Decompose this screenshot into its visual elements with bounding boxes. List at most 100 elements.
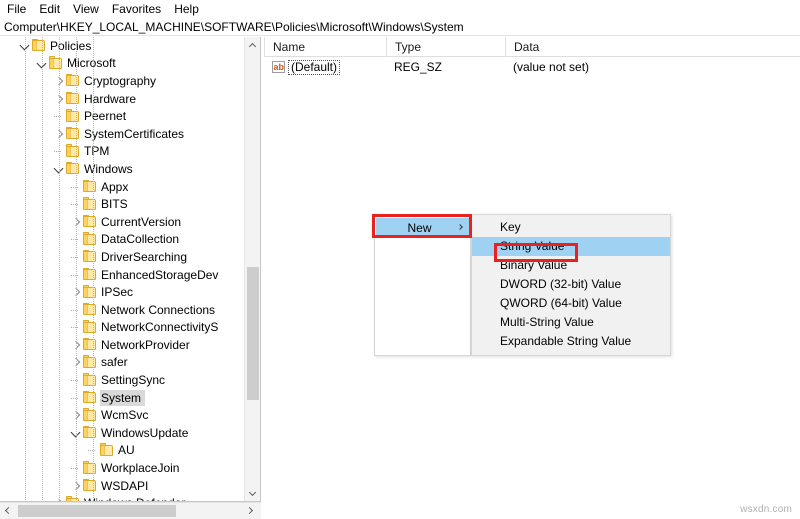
watermark: wsxdn.com	[740, 504, 792, 515]
tree-item-bits[interactable]: BITS	[0, 195, 244, 213]
tree-item-label: TPM	[84, 144, 110, 159]
registry-editor-window: File Edit View Favorites Help Computer\H…	[0, 0, 800, 519]
tree-item-windows-defender[interactable]: Windows Defender	[0, 494, 244, 501]
tree-item-au[interactable]: AU	[0, 442, 244, 460]
tree-item-enhancedstoragedev[interactable]: EnhancedStorageDev	[0, 266, 244, 284]
tree-guide-line	[25, 37, 26, 501]
context-submenu-item-expandable-string-value[interactable]: Expandable String Value	[472, 332, 670, 351]
folder-icon	[83, 232, 96, 245]
folder-icon	[66, 73, 79, 87]
tree-horizontal-scrollbar[interactable]	[0, 502, 261, 519]
folder-icon	[83, 355, 96, 368]
tree-item-label: NetworkConnectivityS	[101, 320, 219, 335]
tree-horizontal-scroll-thumb[interactable]	[18, 505, 176, 517]
tree-item-label: Network Connections	[101, 302, 216, 317]
address-bar[interactable]: Computer\HKEY_LOCAL_MACHINE\SOFTWARE\Pol…	[0, 18, 800, 36]
tree-item-system[interactable]: System	[0, 389, 244, 407]
tree-guide-line	[93, 37, 94, 501]
tree-item-label: CurrentVersion	[101, 214, 182, 229]
tree-item-networkconnectivitys[interactable]: NetworkConnectivityS	[0, 319, 244, 337]
value-name-text: (Default)	[288, 59, 341, 75]
tree-item-label: BITS	[101, 197, 128, 212]
tree-item-network-connections[interactable]: Network Connections	[0, 301, 244, 319]
folder-icon	[83, 478, 96, 492]
context-menu-item-new[interactable]: New	[376, 218, 471, 238]
column-header-data[interactable]: Data	[505, 37, 800, 57]
tree-item-currentversion[interactable]: CurrentVersion	[0, 213, 244, 231]
tree-item-networkprovider[interactable]: NetworkProvider	[0, 336, 244, 354]
value-type-cell: REG_SZ	[394, 60, 443, 74]
menu-edit[interactable]: Edit	[39, 0, 68, 18]
tree-item-windows[interactable]: Windows	[0, 160, 244, 178]
tree-item-label: WcmSvc	[101, 408, 149, 423]
registry-key-tree[interactable]: Policies Microsoft Cryptography Hardware Pee…	[0, 37, 244, 501]
tree-item-label: AU	[118, 443, 135, 458]
address-path-text: Computer\HKEY_LOCAL_MACHINE\SOFTWARE\Pol…	[4, 19, 464, 34]
menu-file[interactable]: File	[7, 0, 34, 18]
tree-item-settingsync[interactable]: SettingSync	[0, 371, 244, 389]
value-list: (Default) REG_SZ (value not set)	[264, 58, 800, 76]
tree-item-label: System	[100, 389, 146, 406]
folder-icon	[49, 56, 62, 69]
menu-view[interactable]: View	[73, 0, 107, 18]
tree-item-workplacejoin[interactable]: WorkplaceJoin	[0, 459, 244, 477]
tree-item-tpm[interactable]: TPM	[0, 143, 244, 161]
value-name-cell: (Default)	[264, 59, 386, 75]
scroll-left-icon[interactable]	[0, 503, 17, 519]
value-row[interactable]: (Default) REG_SZ (value not set)	[264, 58, 800, 76]
tree-item-ipsec[interactable]: IPSec	[0, 283, 244, 301]
tree-vertical-scroll-thumb[interactable]	[247, 267, 259, 400]
folder-icon	[66, 109, 79, 122]
context-submenu-item-dword-32-bit-value[interactable]: DWORD (32-bit) Value	[472, 275, 670, 294]
context-submenu-item-binary-value[interactable]: Binary Value	[472, 256, 670, 275]
tree-item-windowsupdate[interactable]: WindowsUpdate	[0, 424, 244, 442]
tree-item-datacollection[interactable]: DataCollection	[0, 231, 244, 249]
folder-icon	[83, 425, 96, 439]
tree-item-label: EnhancedStorageDev	[101, 267, 219, 282]
folder-icon	[83, 249, 96, 263]
value-list-header: Name Type Data	[264, 37, 800, 57]
scroll-up-icon[interactable]	[245, 37, 260, 54]
menu-favorites[interactable]: Favorites	[112, 0, 169, 18]
tree-item-label: safer	[101, 355, 128, 370]
tree-item-driversearching[interactable]: DriverSearching	[0, 248, 244, 266]
column-header-type[interactable]: Type	[386, 37, 505, 57]
context-submenu-item-qword-64-bit-value[interactable]: QWORD (64-bit) Value	[472, 294, 670, 313]
tree-item-microsoft[interactable]: Microsoft	[0, 55, 244, 73]
context-submenu-item-multi-string-value[interactable]: Multi-String Value	[472, 313, 670, 332]
context-submenu-item-key[interactable]: Key	[472, 218, 670, 237]
context-submenu-item-string-value[interactable]: String Value	[472, 237, 670, 256]
tree-item-label: Appx	[101, 179, 129, 194]
tree-item-policies[interactable]: Policies	[0, 37, 244, 55]
folder-icon	[83, 461, 96, 474]
menu-help[interactable]: Help	[174, 0, 207, 18]
tree-item-systemcertificates[interactable]: SystemCertificates	[0, 125, 244, 143]
value-data-cell: (value not set)	[513, 60, 590, 74]
context-submenu-new: Key String Value Binary Value DWORD (32-bit…	[471, 214, 671, 356]
tree-item-wsdapi[interactable]: WSDAPI	[0, 477, 244, 495]
tree-guide-line	[42, 37, 43, 501]
folder-icon	[83, 320, 96, 333]
tree-item-wcmsvc[interactable]: WcmSvc	[0, 406, 244, 424]
tree-item-label: Policies	[50, 38, 92, 53]
tree-item-label: Cryptography	[84, 73, 157, 88]
tree-item-label: WSDAPI	[101, 478, 149, 493]
tree-item-label: WindowsUpdate	[101, 425, 189, 440]
folder-icon	[66, 161, 79, 175]
tree-item-safer[interactable]: safer	[0, 354, 244, 372]
tree-item-hardware[interactable]: Hardware	[0, 90, 244, 108]
column-header-name[interactable]: Name	[264, 37, 386, 57]
tree-item-peernet[interactable]: Peernet	[0, 107, 244, 125]
tree-guide-line	[59, 37, 60, 501]
tree-item-label: DriverSearching	[101, 249, 188, 264]
scroll-down-icon[interactable]	[245, 485, 260, 501]
tree-vertical-scrollbar[interactable]	[244, 37, 260, 501]
tree-item-label: IPSec	[101, 285, 134, 300]
scroll-right-icon[interactable]	[241, 503, 258, 519]
tree-item-appx[interactable]: Appx	[0, 178, 244, 196]
folder-icon	[66, 91, 79, 105]
folder-icon	[100, 443, 113, 456]
tree-item-label: NetworkProvider	[101, 337, 190, 352]
folder-icon	[83, 337, 96, 351]
tree-item-cryptography[interactable]: Cryptography	[0, 72, 244, 90]
